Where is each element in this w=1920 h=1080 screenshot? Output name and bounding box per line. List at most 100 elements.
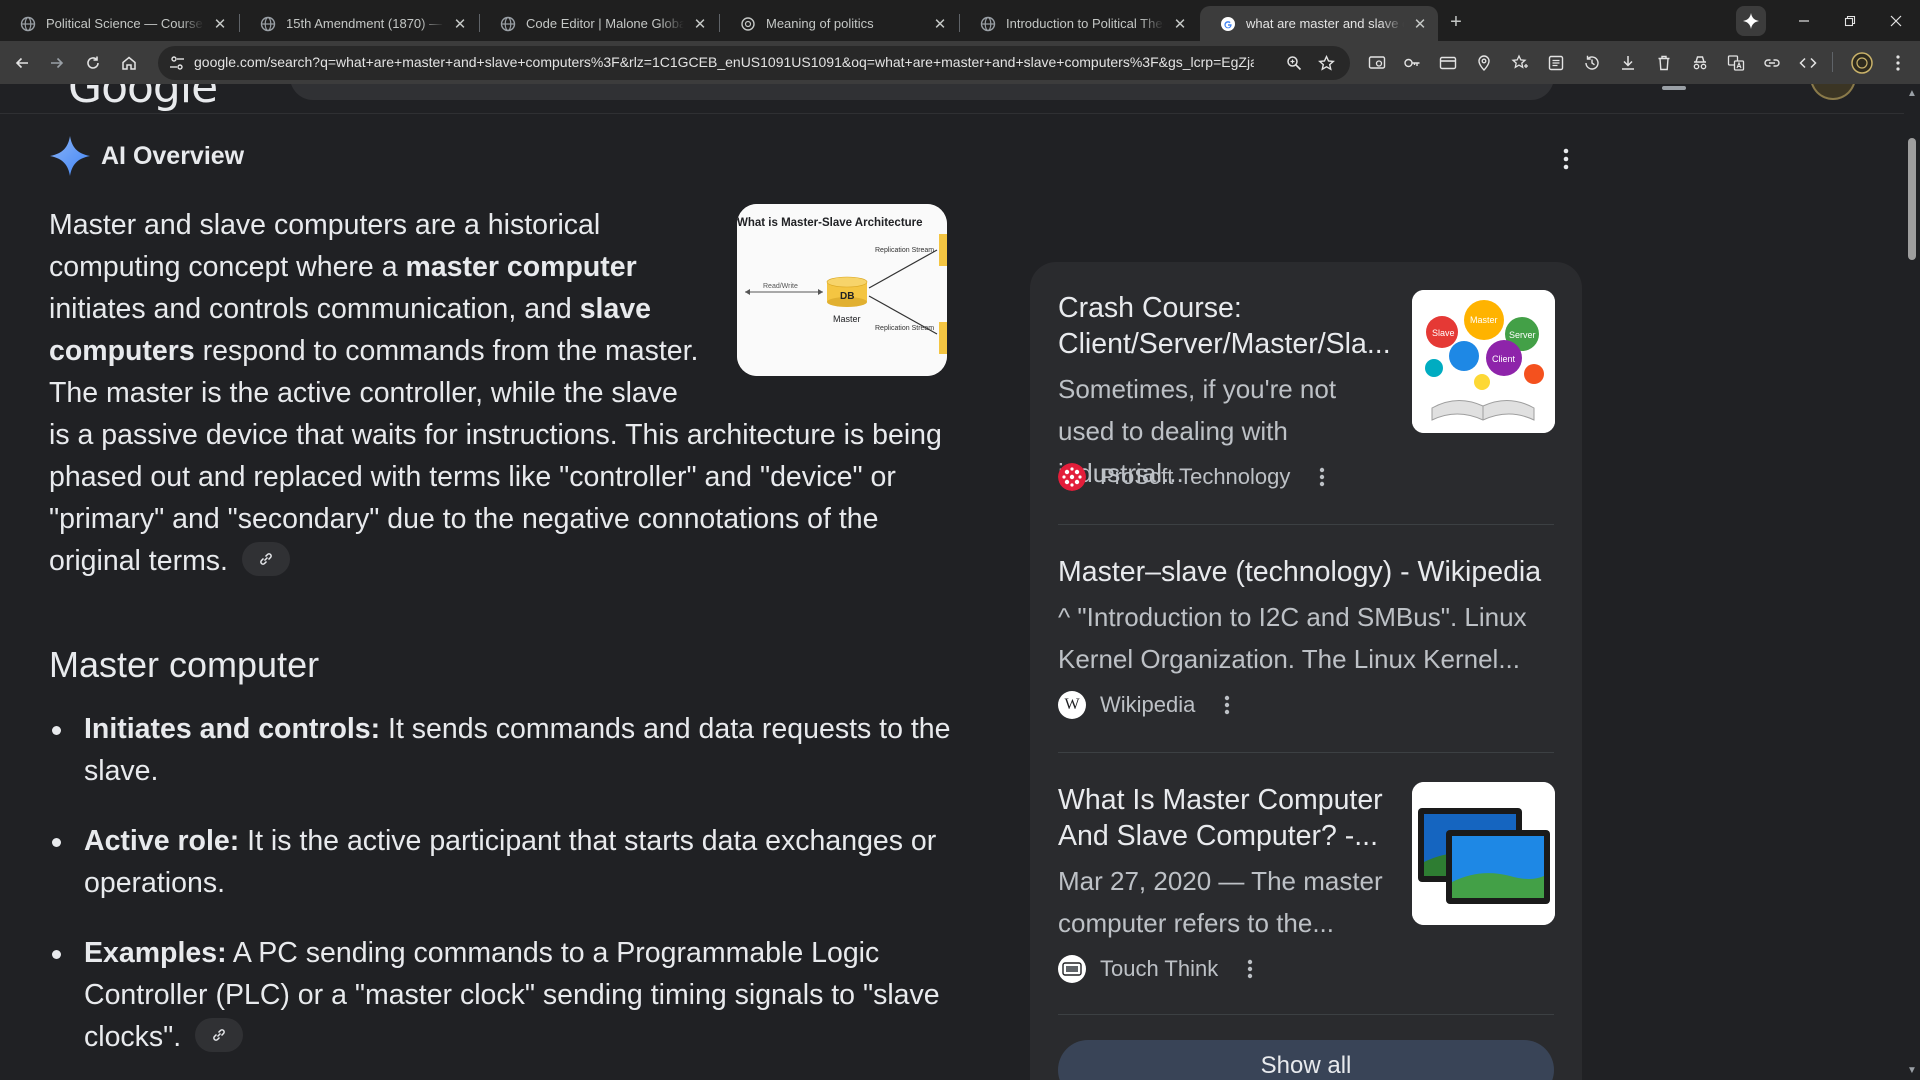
close-tab-icon[interactable]: ✕	[690, 14, 710, 34]
scroll-down-arrow-icon[interactable]: ▼	[1904, 1064, 1920, 1076]
favorites-star-icon[interactable]	[1509, 52, 1531, 74]
list-item: Initiates and controls: It sends command…	[49, 708, 969, 792]
home-button[interactable]	[114, 48, 144, 78]
source-divider	[1058, 524, 1554, 525]
translate-icon[interactable]	[1725, 52, 1747, 74]
tab-google-search[interactable]: what are master and slave comp ✕	[1200, 6, 1438, 41]
bookmark-star-icon[interactable]	[1316, 53, 1336, 73]
openai-icon	[740, 16, 756, 32]
source-title[interactable]: What Is Master Computer And Slave Comput…	[1058, 782, 1388, 854]
close-tab-icon[interactable]: ✕	[930, 14, 950, 34]
forward-button[interactable]	[42, 48, 72, 78]
browser-toolbar: google.com/search?q=what+are+master+and+…	[0, 41, 1920, 84]
close-tab-icon[interactable]: ✕	[1170, 14, 1190, 34]
history-icon[interactable]	[1581, 52, 1603, 74]
search-results-page: Google AI Overview What is Master-Slave …	[0, 84, 1904, 1080]
source-thumbnail[interactable]	[1412, 782, 1555, 925]
close-tab-icon[interactable]: ✕	[210, 14, 230, 34]
arrow-right-icon	[51, 57, 64, 69]
new-tab-button[interactable]: +	[1442, 8, 1470, 36]
restore-button[interactable]	[1827, 6, 1873, 36]
google-header: Google	[0, 84, 1904, 114]
close-window-button[interactable]	[1873, 6, 1919, 36]
gemini-button[interactable]	[1736, 6, 1766, 36]
summary-text: initiates and controls communication, an…	[49, 293, 580, 325]
back-button[interactable]	[7, 48, 37, 78]
google-g-icon	[1220, 16, 1236, 32]
more-vert-icon	[1225, 695, 1230, 715]
source-thumbnail[interactable]: Slave Master Server Client	[1412, 290, 1555, 433]
tab-title: Code Editor | Malone Global Un	[526, 16, 684, 31]
code-icon[interactable]	[1797, 52, 1819, 74]
address-bar[interactable]: google.com/search?q=what+are+master+and+…	[158, 46, 1350, 80]
payment-card-icon[interactable]	[1437, 52, 1459, 74]
zoom-icon[interactable]	[1284, 53, 1304, 73]
master-computer-list: Initiates and controls: It sends command…	[49, 708, 969, 1080]
diagram-master-label: Master	[833, 314, 861, 324]
master-slave-diagram-image[interactable]: What is Master-Slave Architecture Read/W…	[737, 204, 947, 376]
menu-kebab-icon[interactable]	[1887, 52, 1909, 74]
link-icon[interactable]	[1761, 52, 1783, 74]
url-text[interactable]: google.com/search?q=what+are+master+and+…	[194, 54, 1254, 70]
tab-code-editor[interactable]: Code Editor | Malone Global Un ✕	[480, 6, 718, 41]
reload-icon	[87, 56, 99, 69]
globe-icon	[20, 16, 36, 32]
source-more-button[interactable]	[1312, 463, 1332, 491]
account-avatar[interactable]	[1810, 84, 1856, 100]
reading-list-icon[interactable]	[1545, 52, 1567, 74]
close-icon	[1890, 15, 1902, 27]
download-icon[interactable]	[1617, 52, 1639, 74]
close-tab-icon[interactable]: ✕	[450, 14, 470, 34]
tab-15th-amendment[interactable]: 15th Amendment (1870) — Ma ✕	[240, 6, 478, 41]
search-box[interactable]	[290, 84, 1554, 100]
source-card[interactable]: Master–slave (technology) - Wikipedia ^ …	[1058, 554, 1554, 754]
show-all-button[interactable]: Show all	[1058, 1040, 1554, 1080]
source-divider	[1058, 1014, 1554, 1015]
tab-title: what are master and slave comp	[1246, 16, 1404, 31]
link-icon	[260, 553, 272, 566]
source-more-button[interactable]	[1240, 955, 1260, 983]
summary-bold-master: master computer	[405, 251, 637, 283]
password-key-icon[interactable]	[1401, 52, 1423, 74]
source-divider	[1058, 752, 1554, 753]
thumb-label-server: Server	[1509, 330, 1536, 340]
tab-intro-political-theory[interactable]: Introduction to Political Theory ✕	[960, 6, 1198, 41]
source-link-chip[interactable]	[241, 542, 290, 577]
source-more-button[interactable]	[1217, 691, 1237, 719]
ai-overview-more-button[interactable]	[1556, 146, 1576, 172]
delete-icon[interactable]	[1653, 52, 1675, 74]
ai-overview-title: AI Overview	[101, 142, 245, 170]
ai-sparkle-icon	[50, 136, 90, 176]
close-tab-icon[interactable]: ✕	[1410, 14, 1430, 34]
sparkle-icon	[1743, 13, 1759, 29]
wikipedia-logo-icon: W	[1058, 691, 1086, 719]
globe-icon	[500, 16, 516, 32]
bullet-label: Examples:	[84, 937, 227, 969]
site-info-icon[interactable]	[168, 54, 186, 72]
google-logo[interactable]: Google	[68, 84, 218, 113]
reload-button[interactable]	[78, 48, 108, 78]
sources-panel: Crash Course: Client/Server/Master/Sla..…	[1030, 262, 1582, 1080]
incognito-icon[interactable]	[1689, 52, 1711, 74]
thumb-label-slave: Slave	[1432, 328, 1455, 338]
section-title: Master computer	[49, 644, 320, 685]
source-snippet: Mar 27, 2020 — The master computer refer…	[1058, 866, 1383, 938]
tab-title: Political Science — Course Cata	[46, 16, 204, 31]
prosoft-logo-icon	[1058, 463, 1086, 491]
touchthink-logo-icon	[1058, 955, 1086, 983]
tab-meaning-of-politics[interactable]: Meaning of politics ✕	[720, 6, 958, 41]
source-link-chip[interactable]	[195, 1018, 244, 1053]
scroll-up-arrow-icon[interactable]: ▲	[1904, 88, 1920, 99]
tab-political-science[interactable]: Political Science — Course Cata ✕	[0, 6, 238, 41]
source-card[interactable]: What Is Master Computer And Slave Comput…	[1058, 782, 1555, 1012]
minimize-button[interactable]	[1781, 6, 1827, 36]
screen-reader-icon[interactable]	[1366, 52, 1388, 74]
source-card[interactable]: Crash Course: Client/Server/Master/Sla..…	[1058, 290, 1555, 491]
scrollbar-thumb[interactable]	[1908, 138, 1916, 260]
source-title[interactable]: Crash Course: Client/Server/Master/Sla..…	[1058, 290, 1391, 362]
apps-icon[interactable]	[1662, 86, 1686, 90]
source-title[interactable]: Master–slave (technology) - Wikipedia	[1058, 554, 1554, 590]
profile-avatar-icon[interactable]	[1851, 52, 1873, 74]
location-pin-icon[interactable]	[1473, 52, 1495, 74]
globe-icon	[980, 16, 996, 32]
